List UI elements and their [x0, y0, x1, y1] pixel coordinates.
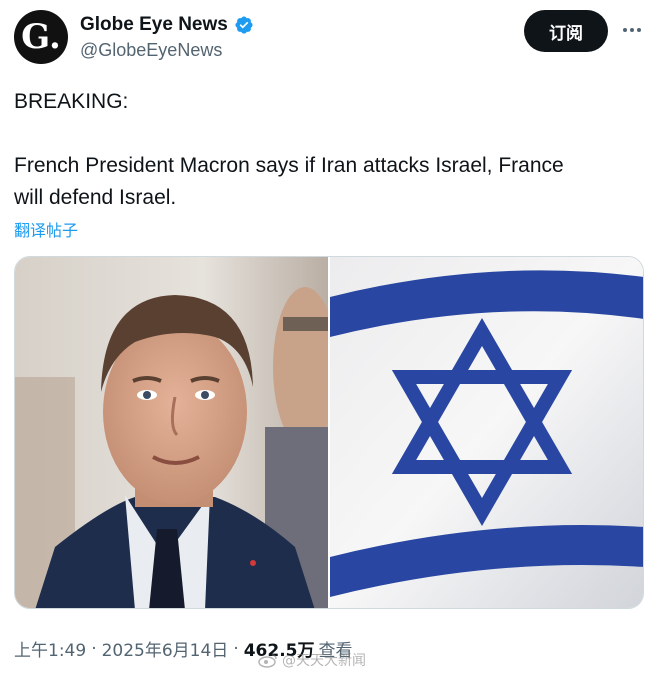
tweet-media[interactable] — [14, 256, 644, 609]
tweet-date[interactable]: 2025年6月14日 — [102, 636, 229, 661]
translate-post-link[interactable]: 翻译帖子 — [14, 217, 78, 241]
tweet-line-breaking: BREAKING: — [14, 90, 129, 113]
more-options-icon[interactable] — [618, 18, 646, 42]
author-name-row[interactable]: Globe Eye News — [80, 14, 254, 36]
tweet-header: G. Globe Eye News @GlobeEyeNews 订阅 — [14, 10, 648, 66]
tweet-line-body-2: will defend Israel. — [14, 186, 177, 209]
weibo-watermark: @天天大新闻 — [258, 650, 366, 670]
verified-badge-icon — [235, 16, 253, 34]
israel-flag-photo[interactable] — [330, 257, 643, 608]
author-avatar[interactable]: G. — [14, 10, 68, 64]
weibo-icon — [258, 654, 277, 668]
tweet-text: BREAKING: French President Macron says i… — [14, 86, 644, 214]
macron-photo[interactable] — [15, 257, 328, 608]
tweet-line-body-1: French President Macron says if Iran att… — [14, 154, 564, 177]
author-display-name[interactable]: Globe Eye News — [80, 14, 228, 36]
watermark-text: @天天大新闻 — [282, 653, 366, 669]
portrait-image — [15, 257, 328, 608]
israel-flag-image — [330, 257, 643, 608]
tweet-time[interactable]: 上午1:49 — [14, 636, 86, 661]
meta-separator: · — [233, 638, 239, 659]
author-handle[interactable]: @GlobeEyeNews — [80, 40, 222, 61]
meta-separator: · — [91, 638, 97, 659]
avatar-logo: G. — [21, 17, 61, 57]
subscribe-button[interactable]: 订阅 — [524, 10, 608, 52]
